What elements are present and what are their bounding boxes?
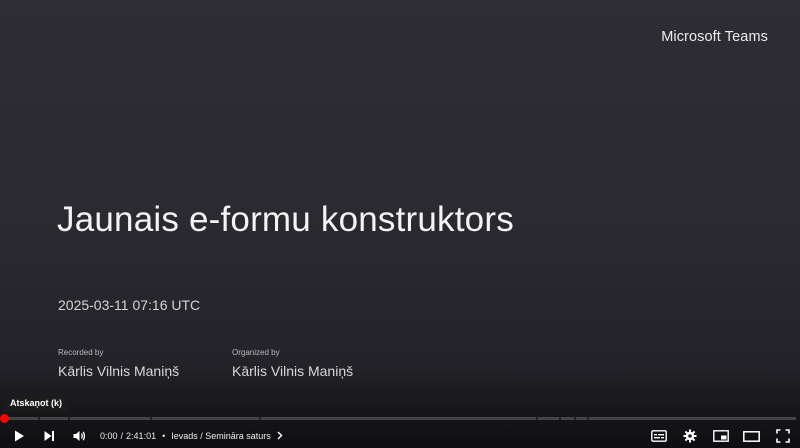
miniplayer-button[interactable] bbox=[705, 425, 736, 447]
time-display: 0:00 / 2:41:01 bbox=[100, 431, 156, 441]
volume-icon bbox=[72, 429, 87, 443]
chapter-marker bbox=[150, 417, 152, 420]
gear-icon bbox=[683, 429, 697, 443]
organized-by-label: Organized by bbox=[232, 348, 280, 357]
chapter-marker bbox=[68, 417, 70, 420]
chapter-marker bbox=[574, 417, 576, 420]
recorded-by-label: Recorded by bbox=[58, 348, 104, 357]
control-bar: 0:00 / 2:41:01 • Ievads / Semināra satur… bbox=[0, 425, 800, 447]
chapter-title: Ievads / Semināra saturs bbox=[171, 431, 271, 441]
play-icon bbox=[12, 429, 26, 443]
fullscreen-button[interactable] bbox=[767, 425, 798, 447]
subtitles-icon bbox=[650, 430, 667, 442]
recording-date: 2025-03-11 07:16 UTC bbox=[58, 297, 201, 313]
subtitles-button[interactable] bbox=[643, 425, 674, 447]
next-icon bbox=[42, 429, 56, 443]
current-time: 0:00 bbox=[100, 431, 118, 441]
duration: 2:41:01 bbox=[126, 431, 157, 441]
progress-scrubber[interactable] bbox=[0, 414, 9, 423]
recorded-by-name: Kārlis Vilnis Maniņš bbox=[58, 363, 180, 379]
chapter-marker bbox=[38, 417, 40, 420]
chapter-marker bbox=[587, 417, 589, 420]
organized-by-block: Organized by Kārlis Vilnis Maniņš bbox=[232, 348, 353, 379]
next-button[interactable] bbox=[34, 425, 64, 447]
chapter-separator: • bbox=[162, 431, 166, 441]
video-frame[interactable]: Microsoft Teams Jaunais e-formu konstruk… bbox=[0, 0, 800, 448]
theater-mode-button[interactable] bbox=[736, 425, 767, 447]
miniplayer-icon bbox=[712, 430, 729, 442]
progress-bar[interactable] bbox=[4, 417, 796, 420]
chapter-marker bbox=[536, 417, 538, 420]
theater-icon bbox=[743, 430, 760, 442]
fullscreen-icon bbox=[775, 429, 790, 443]
time-separator: / bbox=[120, 431, 124, 441]
brand-label: Microsoft Teams bbox=[661, 29, 768, 45]
recorded-by-block: Recorded by Kārlis Vilnis Maniņš bbox=[58, 348, 179, 379]
video-slide-title: Jaunais e-formu konstruktors bbox=[57, 200, 514, 239]
chapter-button[interactable]: • Ievads / Semināra saturs bbox=[162, 431, 283, 442]
chapter-marker bbox=[259, 417, 261, 420]
settings-button[interactable] bbox=[674, 425, 705, 447]
chevron-right-icon bbox=[277, 431, 283, 442]
video-player[interactable]: Microsoft Teams Jaunais e-formu konstruk… bbox=[0, 0, 800, 448]
mute-button[interactable] bbox=[64, 425, 94, 447]
play-tooltip: Atskaņot (k) bbox=[4, 394, 69, 412]
right-controls bbox=[643, 425, 798, 447]
organized-by-name: Kārlis Vilnis Maniņš bbox=[232, 363, 354, 379]
chapter-marker bbox=[559, 417, 561, 420]
play-button[interactable] bbox=[4, 425, 34, 447]
